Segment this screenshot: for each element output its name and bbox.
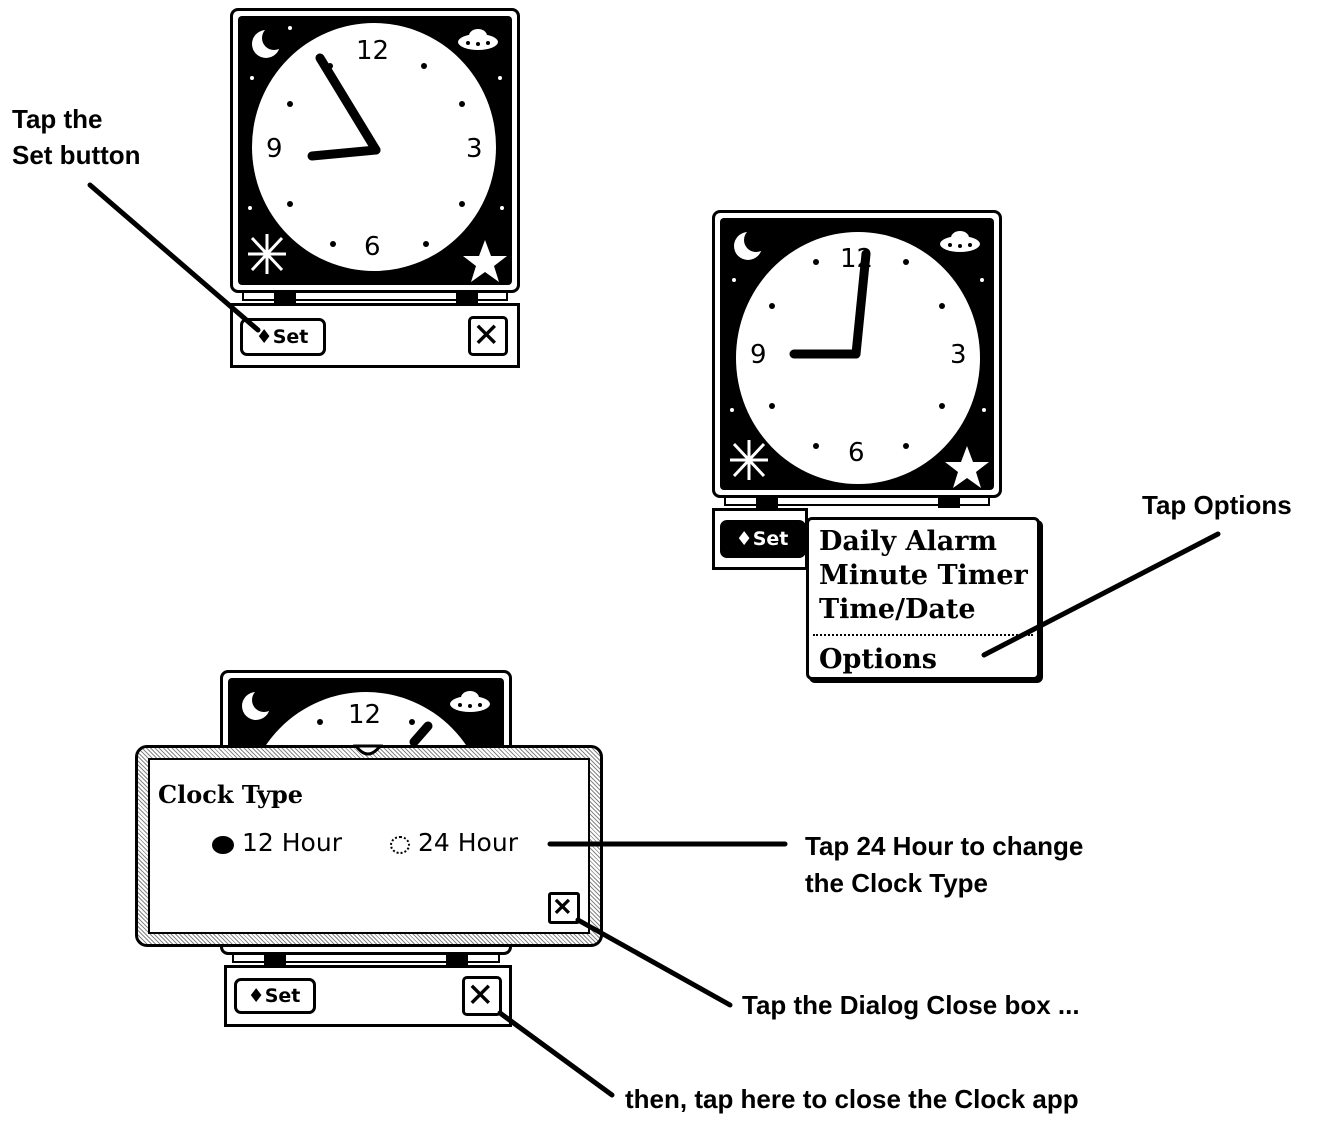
- menu-item-options[interactable]: Options: [819, 644, 937, 676]
- dialog-notch: [352, 744, 384, 756]
- close-icon: [554, 898, 571, 915]
- ufo-icon: [458, 29, 498, 50]
- close-icon: [470, 984, 491, 1005]
- close-icon: [476, 324, 497, 345]
- star-icon: [463, 240, 507, 282]
- star-burst-icon: [248, 234, 286, 274]
- star-burst-icon: [730, 440, 768, 480]
- menu-item-minute-timer[interactable]: Minute Timer: [819, 560, 1028, 592]
- close-app-button[interactable]: [468, 316, 508, 356]
- callout-lines: [87, 182, 1221, 1098]
- dialog-close-button[interactable]: [548, 892, 580, 924]
- clock-stand: [232, 955, 500, 965]
- set-button-active[interactable]: ♦Set: [720, 520, 806, 558]
- callout-24-hour-line1: Tap 24 Hour to change: [805, 831, 1084, 861]
- radio-24-hour[interactable]: [390, 836, 410, 854]
- clock-decor: [730, 228, 989, 488]
- callout-set-line2: Set button: [12, 140, 141, 170]
- clock-stand: [724, 498, 990, 508]
- clock-window-1: 12 3 6 9 ♦Set: [230, 8, 520, 368]
- radio-label-12-hour[interactable]: 12 Hour: [242, 828, 342, 857]
- ufo-icon: [450, 691, 490, 712]
- minute-hand: [315, 53, 381, 155]
- dialog-title: Clock Type: [158, 780, 304, 809]
- radio-label-24-hour[interactable]: 24 Hour: [418, 828, 518, 857]
- moon-icon: [734, 228, 768, 260]
- menu-separator: [813, 634, 1033, 636]
- set-button[interactable]: ♦Set: [234, 978, 316, 1014]
- callout-line-app-close: [497, 1010, 615, 1098]
- callout-dialog-close: Tap the Dialog Close box ...: [742, 990, 1080, 1020]
- clock-decor: [248, 26, 507, 282]
- minute-hand: [409, 721, 433, 747]
- star-icon: [945, 446, 989, 488]
- hour-hand: [307, 145, 381, 161]
- callout-24-hour-line2: the Clock Type: [805, 868, 989, 898]
- menu-item-time-date[interactable]: Time/Date: [819, 594, 976, 626]
- callout-app-close: then, tap here to close the Clock app: [625, 1084, 1079, 1114]
- menu-item-daily-alarm[interactable]: Daily Alarm: [819, 526, 997, 558]
- clock-stand: [242, 293, 508, 303]
- moon-icon: [242, 688, 276, 720]
- callout-set-line1: Tap the: [12, 104, 103, 134]
- close-app-button[interactable]: [462, 976, 502, 1016]
- moon-icon: [252, 26, 286, 58]
- ufo-icon: [940, 231, 980, 252]
- set-button[interactable]: ♦Set: [240, 318, 326, 356]
- minute-hand: [851, 249, 871, 359]
- callout-options: Tap Options: [1142, 490, 1292, 520]
- clock-type-dialog: Clock Type 12 Hour 24 Hour: [135, 745, 603, 947]
- radio-12-hour-selected[interactable]: [212, 836, 234, 854]
- set-popup-menu: Daily Alarm Minute Timer Time/Date Optio…: [806, 517, 1040, 680]
- clock-window-2: 12 3 6 9 ♦Set: [712, 210, 1002, 570]
